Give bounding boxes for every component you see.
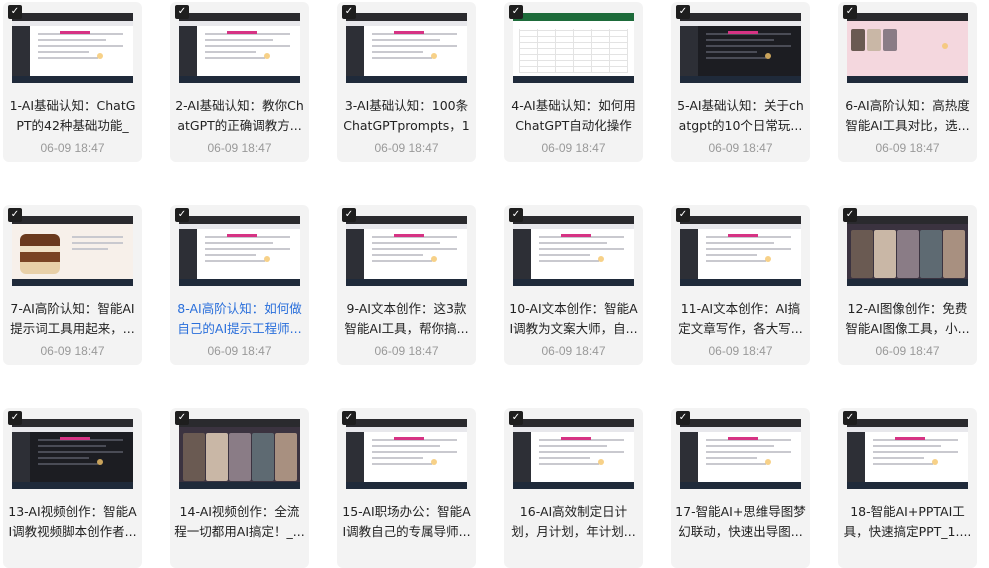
video-title[interactable]: 3-AI基础认知：100条ChatGPTprompts，10... <box>341 96 472 136</box>
video-date: 06-09 18:47 <box>708 344 773 358</box>
video-date: 06-09 18:47 <box>875 141 940 155</box>
checkbox-checked-icon[interactable]: ✓ <box>8 411 22 425</box>
video-title[interactable]: 8-AI高阶认知：如何做自己的AI提示工程师... <box>174 299 305 339</box>
checkbox-checked-icon[interactable]: ✓ <box>175 5 189 19</box>
video-date: 06-09 18:47 <box>207 141 272 155</box>
checkbox-checked-icon[interactable]: ✓ <box>509 208 523 222</box>
video-date: 06-09 18:47 <box>374 344 439 358</box>
video-card[interactable]: ✓ 5-AI基础认知：关于chatgpt的10个日常玩... 06-09 18:47 <box>671 2 810 162</box>
video-date: 06-09 18:47 <box>708 141 773 155</box>
video-title[interactable]: 13-AI视频创作：智能AI调教视频脚本创作者... <box>7 502 138 542</box>
video-date: 06-09 18:47 <box>374 141 439 155</box>
video-card[interactable]: ✓ 3-AI基础认知：100条ChatGPTprompts，10... 06-09 … <box>337 2 476 162</box>
video-title[interactable]: 14-AI视频创作：全流程一切都用AI搞定！_... <box>174 502 305 542</box>
video-thumbnail[interactable] <box>680 216 801 286</box>
video-grid: ✓ 1-AI基础认知：ChatGPT的42种基础功能_1.... 06-09 18:… <box>0 0 989 568</box>
video-card[interactable]: ✓ 7-AI高阶认知：智能AI提示词工具用起来，... 06-09 18:47 <box>3 205 142 365</box>
video-title[interactable]: 4-AI基础认知：如何用ChatGPT自动化操作E... <box>508 96 639 136</box>
video-title[interactable]: 7-AI高阶认知：智能AI提示词工具用起来，... <box>7 299 138 339</box>
video-title[interactable]: 2-AI基础认知：教你ChatGPT的正确调教方... <box>174 96 305 136</box>
checkbox-checked-icon[interactable]: ✓ <box>342 5 356 19</box>
video-date: 06-09 18:47 <box>541 141 606 155</box>
video-card[interactable]: ✓ 14-AI视频创作：全流程一切都用AI搞定！_... <box>170 408 309 568</box>
video-title[interactable]: 1-AI基础认知：ChatGPT的42种基础功能_1.... <box>7 96 138 136</box>
video-date: 06-09 18:47 <box>541 344 606 358</box>
video-title[interactable]: 5-AI基础认知：关于chatgpt的10个日常玩... <box>675 96 806 136</box>
video-card[interactable]: ✓ 12-AI图像创作：免费智能AI图像工具，小... 06-09 18:47 <box>838 205 977 365</box>
video-thumbnail[interactable] <box>680 419 801 489</box>
video-card[interactable]: ✓ 17-智能AI+思维导图梦幻联动，快速出导图... <box>671 408 810 568</box>
video-thumbnail[interactable] <box>179 13 300 83</box>
checkbox-checked-icon[interactable]: ✓ <box>175 411 189 425</box>
video-date: 06-09 18:47 <box>40 141 105 155</box>
video-card[interactable]: ✓ 10-AI文本创作：智能AI调教为文案大师，自... 06-09 18:47 <box>504 205 643 365</box>
video-card[interactable]: ✓ 1-AI基础认知：ChatGPT的42种基础功能_1.... 06-09 18:… <box>3 2 142 162</box>
video-thumbnail[interactable] <box>847 13 968 83</box>
checkbox-checked-icon[interactable]: ✓ <box>8 208 22 222</box>
checkbox-checked-icon[interactable]: ✓ <box>676 5 690 19</box>
video-card[interactable]: ✓ 11-AI文本创作：AI搞定文章写作，各大写... 06-09 18:47 <box>671 205 810 365</box>
checkbox-checked-icon[interactable]: ✓ <box>843 411 857 425</box>
video-thumbnail[interactable] <box>12 13 133 83</box>
video-title[interactable]: 9-AI文本创作：这3款智能AI工具，帮你搞... <box>341 299 472 339</box>
video-title[interactable]: 10-AI文本创作：智能AI调教为文案大师，自... <box>508 299 639 339</box>
checkbox-checked-icon[interactable]: ✓ <box>342 208 356 222</box>
video-thumbnail[interactable] <box>847 216 968 286</box>
video-card[interactable]: ✓ 8-AI高阶认知：如何做自己的AI提示工程师... 06-09 18:47 <box>170 205 309 365</box>
video-title[interactable]: 6-AI高阶认知：高热度智能AI工具对比，选... <box>842 96 973 136</box>
video-title[interactable]: 12-AI图像创作：免费智能AI图像工具，小... <box>842 299 973 339</box>
video-date: 06-09 18:47 <box>207 344 272 358</box>
video-thumbnail[interactable] <box>12 419 133 489</box>
checkbox-checked-icon[interactable]: ✓ <box>175 208 189 222</box>
checkbox-checked-icon[interactable]: ✓ <box>342 411 356 425</box>
checkbox-checked-icon[interactable]: ✓ <box>509 5 523 19</box>
video-title[interactable]: 16-AI高效制定日计划，月计划，年计划... <box>508 502 639 542</box>
video-thumbnail[interactable] <box>513 216 634 286</box>
video-thumbnail[interactable] <box>179 419 300 489</box>
video-date: 06-09 18:47 <box>875 344 940 358</box>
checkbox-checked-icon[interactable]: ✓ <box>509 411 523 425</box>
video-thumbnail[interactable] <box>346 216 467 286</box>
video-thumbnail[interactable] <box>179 216 300 286</box>
video-card[interactable]: ✓ 4-AI基础认知：如何用ChatGPT自动化操作E... 06-09 18:47 <box>504 2 643 162</box>
video-title[interactable]: 17-智能AI+思维导图梦幻联动，快速出导图... <box>675 502 806 542</box>
video-title[interactable]: 15-AI职场办公：智能AI调教自己的专属导师... <box>341 502 472 542</box>
checkbox-checked-icon[interactable]: ✓ <box>843 208 857 222</box>
video-card[interactable]: ✓ 13-AI视频创作：智能AI调教视频脚本创作者... <box>3 408 142 568</box>
checkbox-checked-icon[interactable]: ✓ <box>8 5 22 19</box>
video-card[interactable]: ✓ 9-AI文本创作：这3款智能AI工具，帮你搞... 06-09 18:47 <box>337 205 476 365</box>
checkbox-checked-icon[interactable]: ✓ <box>676 208 690 222</box>
video-card[interactable]: ✓ 6-AI高阶认知：高热度智能AI工具对比，选... 06-09 18:47 <box>838 2 977 162</box>
video-date: 06-09 18:47 <box>40 344 105 358</box>
video-thumbnail[interactable] <box>680 13 801 83</box>
video-title[interactable]: 11-AI文本创作：AI搞定文章写作，各大写... <box>675 299 806 339</box>
video-title[interactable]: 18-智能AI+PPTAI工具，快速搞定PPT_1.... <box>842 502 973 542</box>
video-card[interactable]: ✓ 16-AI高效制定日计划，月计划，年计划... <box>504 408 643 568</box>
video-card[interactable]: ✓ 18-智能AI+PPTAI工具，快速搞定PPT_1.... <box>838 408 977 568</box>
video-thumbnail[interactable] <box>513 419 634 489</box>
video-thumbnail[interactable] <box>346 13 467 83</box>
video-thumbnail[interactable] <box>847 419 968 489</box>
video-thumbnail[interactable] <box>346 419 467 489</box>
video-thumbnail[interactable] <box>513 13 634 83</box>
checkbox-checked-icon[interactable]: ✓ <box>676 411 690 425</box>
checkbox-checked-icon[interactable]: ✓ <box>843 5 857 19</box>
video-card[interactable]: ✓ 15-AI职场办公：智能AI调教自己的专属导师... <box>337 408 476 568</box>
video-card[interactable]: ✓ 2-AI基础认知：教你ChatGPT的正确调教方... 06-09 18:47 <box>170 2 309 162</box>
video-thumbnail[interactable] <box>12 216 133 286</box>
